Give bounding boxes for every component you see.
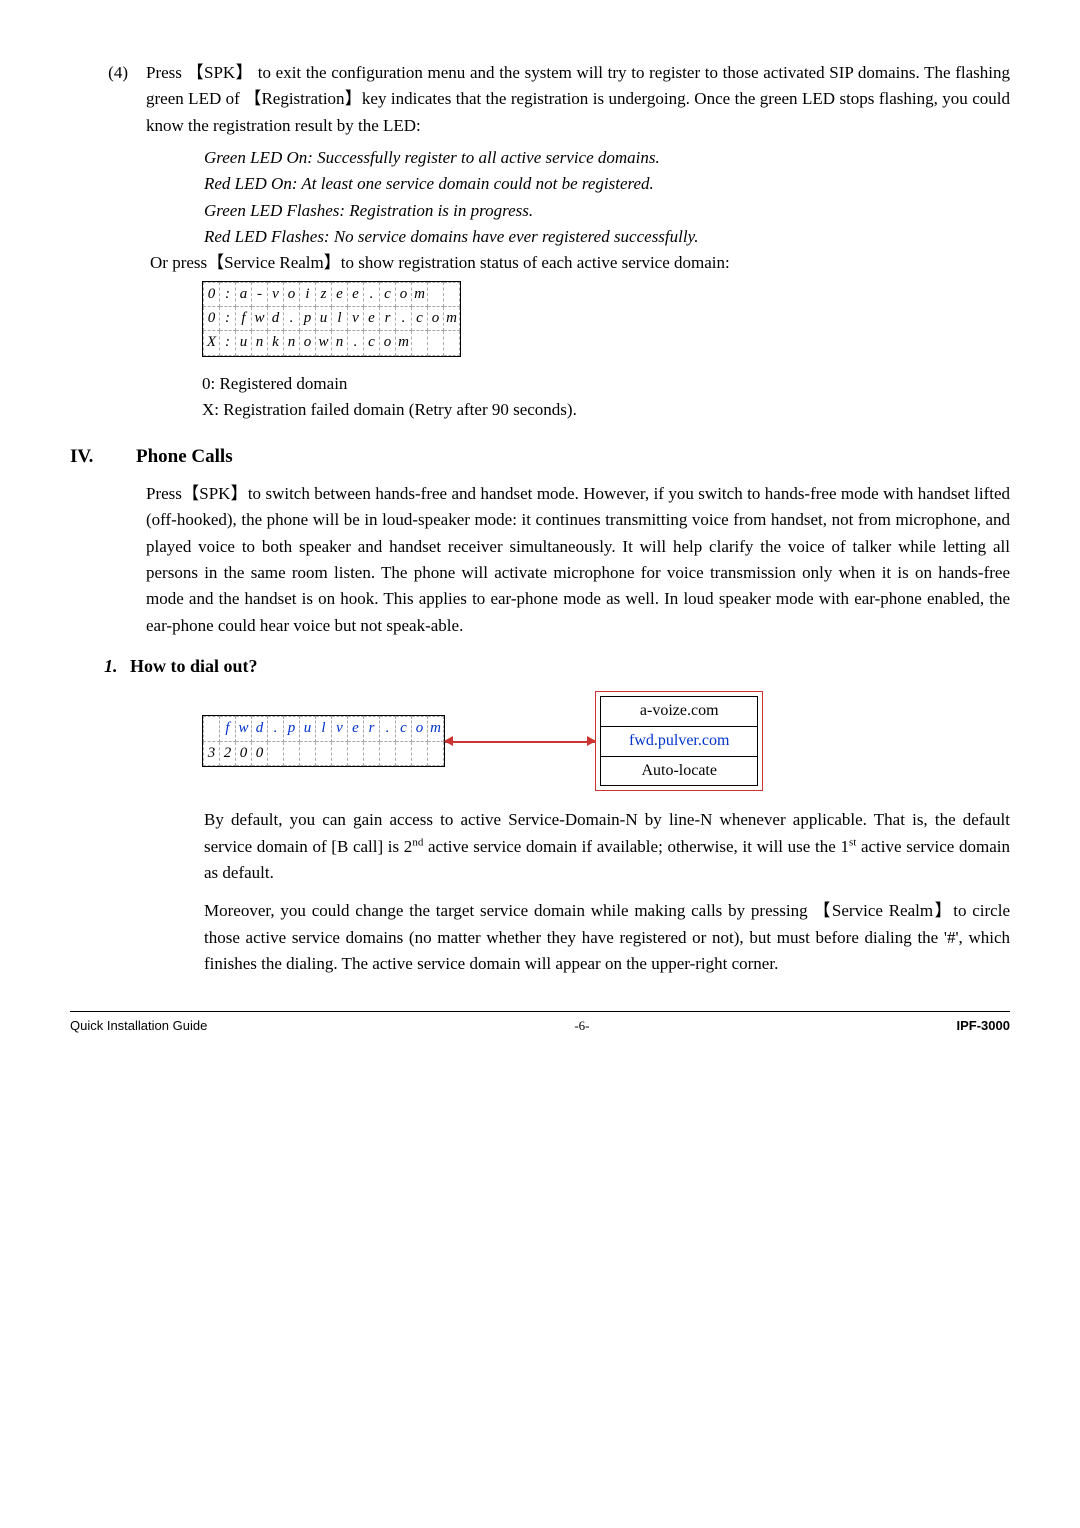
section-iv-head: IV. Phone Calls <box>70 442 1010 471</box>
text: to show registration status of each acti… <box>341 253 730 272</box>
ordinal-suffix: nd <box>412 836 423 848</box>
lcd-row: 0:a-voizee.com <box>204 282 460 306</box>
phone-calls-paragraph: Press【SPK】to switch between hands-free a… <box>146 481 1010 639</box>
led-green-flash: Green LED Flashes: Registration is in pr… <box>204 198 1010 224</box>
domain-list-box: a-voize.com fwd.pulver.com Auto-locate <box>595 691 763 791</box>
footer-page-number: -6- <box>574 1016 589 1036</box>
led-green-on: Green LED On: Successfully register to a… <box>204 145 1010 171</box>
led-red-flash: Red LED Flashes: No service domains have… <box>204 224 1010 250</box>
text: active service domain if available; othe… <box>423 837 849 856</box>
lcd-row: X:unknown.com <box>204 331 460 355</box>
domain-row: a-voize.com <box>601 696 758 726</box>
subsection-title: How to dial out? <box>130 653 258 681</box>
key-spk: 【SPK】 <box>187 63 253 82</box>
footer-right: IPF-3000 <box>957 1016 1010 1036</box>
text: Press <box>146 484 182 503</box>
page-footer: Quick Installation Guide -6- IPF-3000 <box>70 1011 1010 1036</box>
key-service-realm: 【Service Realm】 <box>207 253 341 272</box>
text: to switch between hands-free and handset… <box>146 484 1010 635</box>
footer-left: Quick Installation Guide <box>70 1016 207 1036</box>
note-failed: X: Registration failed domain (Retry aft… <box>202 397 1010 423</box>
domain-row-selected: fwd.pulver.com <box>601 726 758 756</box>
dial-lcd: fwd.pulver.com 3200 <box>202 715 445 767</box>
step-marker: (4) <box>70 60 146 139</box>
key-service-realm: 【Service Realm】 <box>813 901 953 920</box>
dial-paragraph-2: Moreover, you could change the target se… <box>204 898 1010 977</box>
text: Or press <box>150 253 207 272</box>
step-4: (4) Press 【SPK】 to exit the configuratio… <box>70 60 1010 139</box>
key-spk: 【SPK】 <box>182 484 248 503</box>
section-number: IV. <box>70 442 136 471</box>
note-registered: 0: Registered domain <box>202 371 1010 397</box>
key-registration: 【Registration】 <box>244 89 362 108</box>
domain-row: Auto-locate <box>601 756 758 786</box>
lcd-row: 3200 <box>204 741 444 765</box>
step-body: Press 【SPK】 to exit the configuration me… <box>146 60 1010 139</box>
text: Press <box>146 63 187 82</box>
text: Moreover, you could change the target se… <box>204 901 813 920</box>
led-red-on: Red LED On: At least one service domain … <box>204 171 1010 197</box>
dial-paragraph-1: By default, you can gain access to activ… <box>204 807 1010 886</box>
dial-diagram: fwd.pulver.com 3200 a-voize.com fwd.pulv… <box>202 691 1010 791</box>
section-title: Phone Calls <box>136 442 233 471</box>
lcd-row: 0:fwd.pulver.com <box>204 307 460 331</box>
subsection-1-head: 1. How to dial out? <box>104 653 1010 681</box>
subsection-number: 1. <box>104 653 130 681</box>
or-press-line: Or press【Service Realm】to show registrat… <box>150 250 1010 276</box>
lcd-row: fwd.pulver.com <box>204 717 444 741</box>
lcd-display-1: 0:a-voizee.com 0:fwd.pulver.com X:unknow… <box>202 281 461 357</box>
double-arrow-icon <box>445 740 595 742</box>
